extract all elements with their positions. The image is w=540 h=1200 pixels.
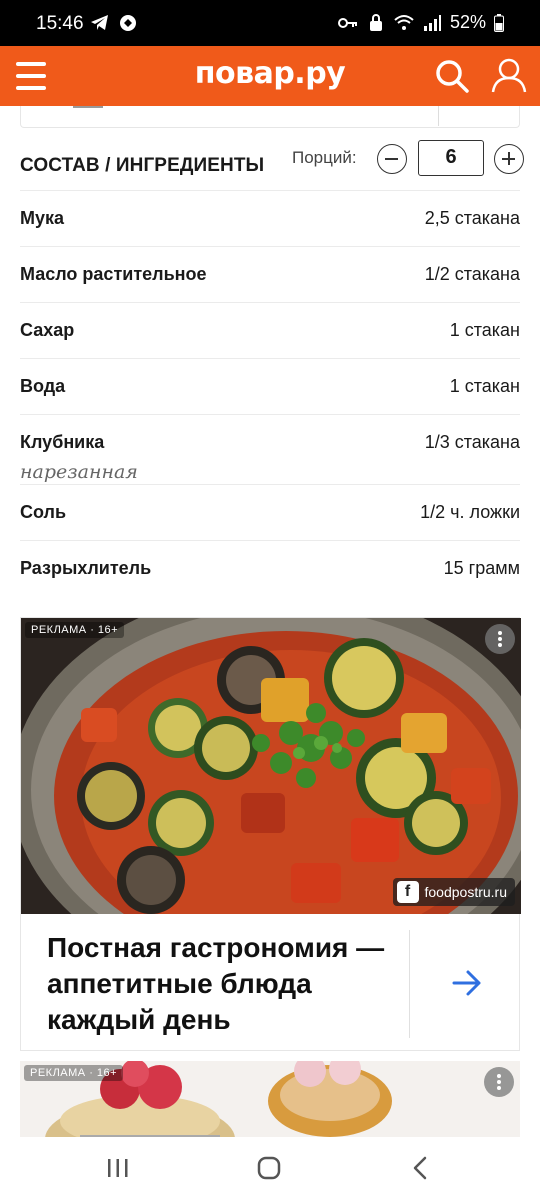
ingredient-row: Клубника нарезанная 1/3 стакана [20,414,520,484]
ingredient-row: Масло растительное 1/2 стакана [20,246,520,302]
portions-decrease-button[interactable] [377,144,407,174]
ingredients-title: СОСТАВ / ИНГРЕДИЕНТЫ [20,155,265,176]
ingredient-row: Вода 1 стакан [20,358,520,414]
ad-source-badge[interactable]: f foodpostru.ru [392,878,515,906]
app-icon [120,15,136,31]
ingredient-note: нарезанная [20,461,138,483]
ingredient-qty: 1/3 стакана [424,432,520,452]
ad-source: foodpostru.ru [424,884,508,900]
portions-label: Порций: [292,148,357,167]
ingredient-row: Сахар 1 стакан [20,302,520,358]
portions-increase-button[interactable] [494,144,524,174]
telegram-icon [91,15,108,30]
ingredient-name: Соль [20,502,67,522]
ad-divider [409,930,410,1038]
facebook-icon: f [396,881,419,903]
search-icon[interactable] [434,58,470,94]
app-header: повар.ру [0,46,540,106]
ad-label: РЕКЛАМА · 16+ [25,622,125,638]
ad-image[interactable]: РЕКЛАМА · 16+ f foodpostru.ru [21,618,521,914]
ingredient-row: Разрыхлитель 15 грамм [20,540,520,596]
user-icon[interactable] [490,56,528,94]
ratatouille-photo [21,618,521,914]
portions-input[interactable]: 6 [418,140,484,176]
battery-icon [494,13,504,32]
ad-label: РЕКЛАМА · 16+ [24,1065,124,1081]
ingredients-header: СОСТАВ / ИНГРЕДИЕНТЫ Порций: 6 [20,140,524,188]
wifi-icon [394,14,414,30]
ingredient-name: Мука [20,208,65,228]
ingredient-name: Масло растительное [20,264,207,284]
ad-options-icon[interactable] [484,1067,514,1097]
ingredient-qty: 2,5 стакана [424,208,520,228]
key-icon [337,17,357,28]
ingredient-qty: 1 стакан [449,320,520,340]
ad-headline[interactable]: Постная гастрономия — аппетитные блюда к… [47,930,397,1038]
previous-card-edge [20,106,520,128]
system-nav-bar [0,1137,540,1200]
ingredient-name: Разрыхлитель [20,558,152,578]
ingredient-qty: 1/2 стакана [424,264,520,284]
signal-icon [423,14,441,31]
ingredient-qty: 1/2 ч. ложки [420,502,520,522]
ingredient-row: Мука 2,5 стакана [20,190,520,246]
status-notification-icons [90,14,138,32]
recent-apps-icon[interactable] [106,1157,130,1179]
ingredient-qty: 15 грамм [443,558,520,578]
ingredient-name: Сахар [20,320,75,340]
ingredient-qty: 1 стакан [449,376,520,396]
ingredient-row: Соль 1/2 ч. ложки [20,484,520,540]
ingredients-table: Мука 2,5 стакана Масло растительное 1/2 … [20,190,520,596]
lock-icon [369,13,382,31]
ad-card[interactable]: РЕКЛАМА · 16+ f foodpostru.ru Постная га… [20,617,521,1051]
ingredient-name: Клубника [20,432,105,452]
home-icon[interactable] [257,1156,281,1180]
ingredient-name: Вода [20,376,66,396]
status-bar: 15:46 52% [0,0,540,46]
arrow-right-icon[interactable] [451,968,483,998]
back-icon[interactable] [410,1156,432,1180]
battery-percent: 52% [449,12,486,32]
status-right-icons: 52% [337,12,504,33]
ad-card-2[interactable]: РЕКЛАМА · 16+ [20,1061,520,1137]
status-time: 15:46 [36,13,84,34]
ad-options-icon[interactable] [485,624,515,654]
